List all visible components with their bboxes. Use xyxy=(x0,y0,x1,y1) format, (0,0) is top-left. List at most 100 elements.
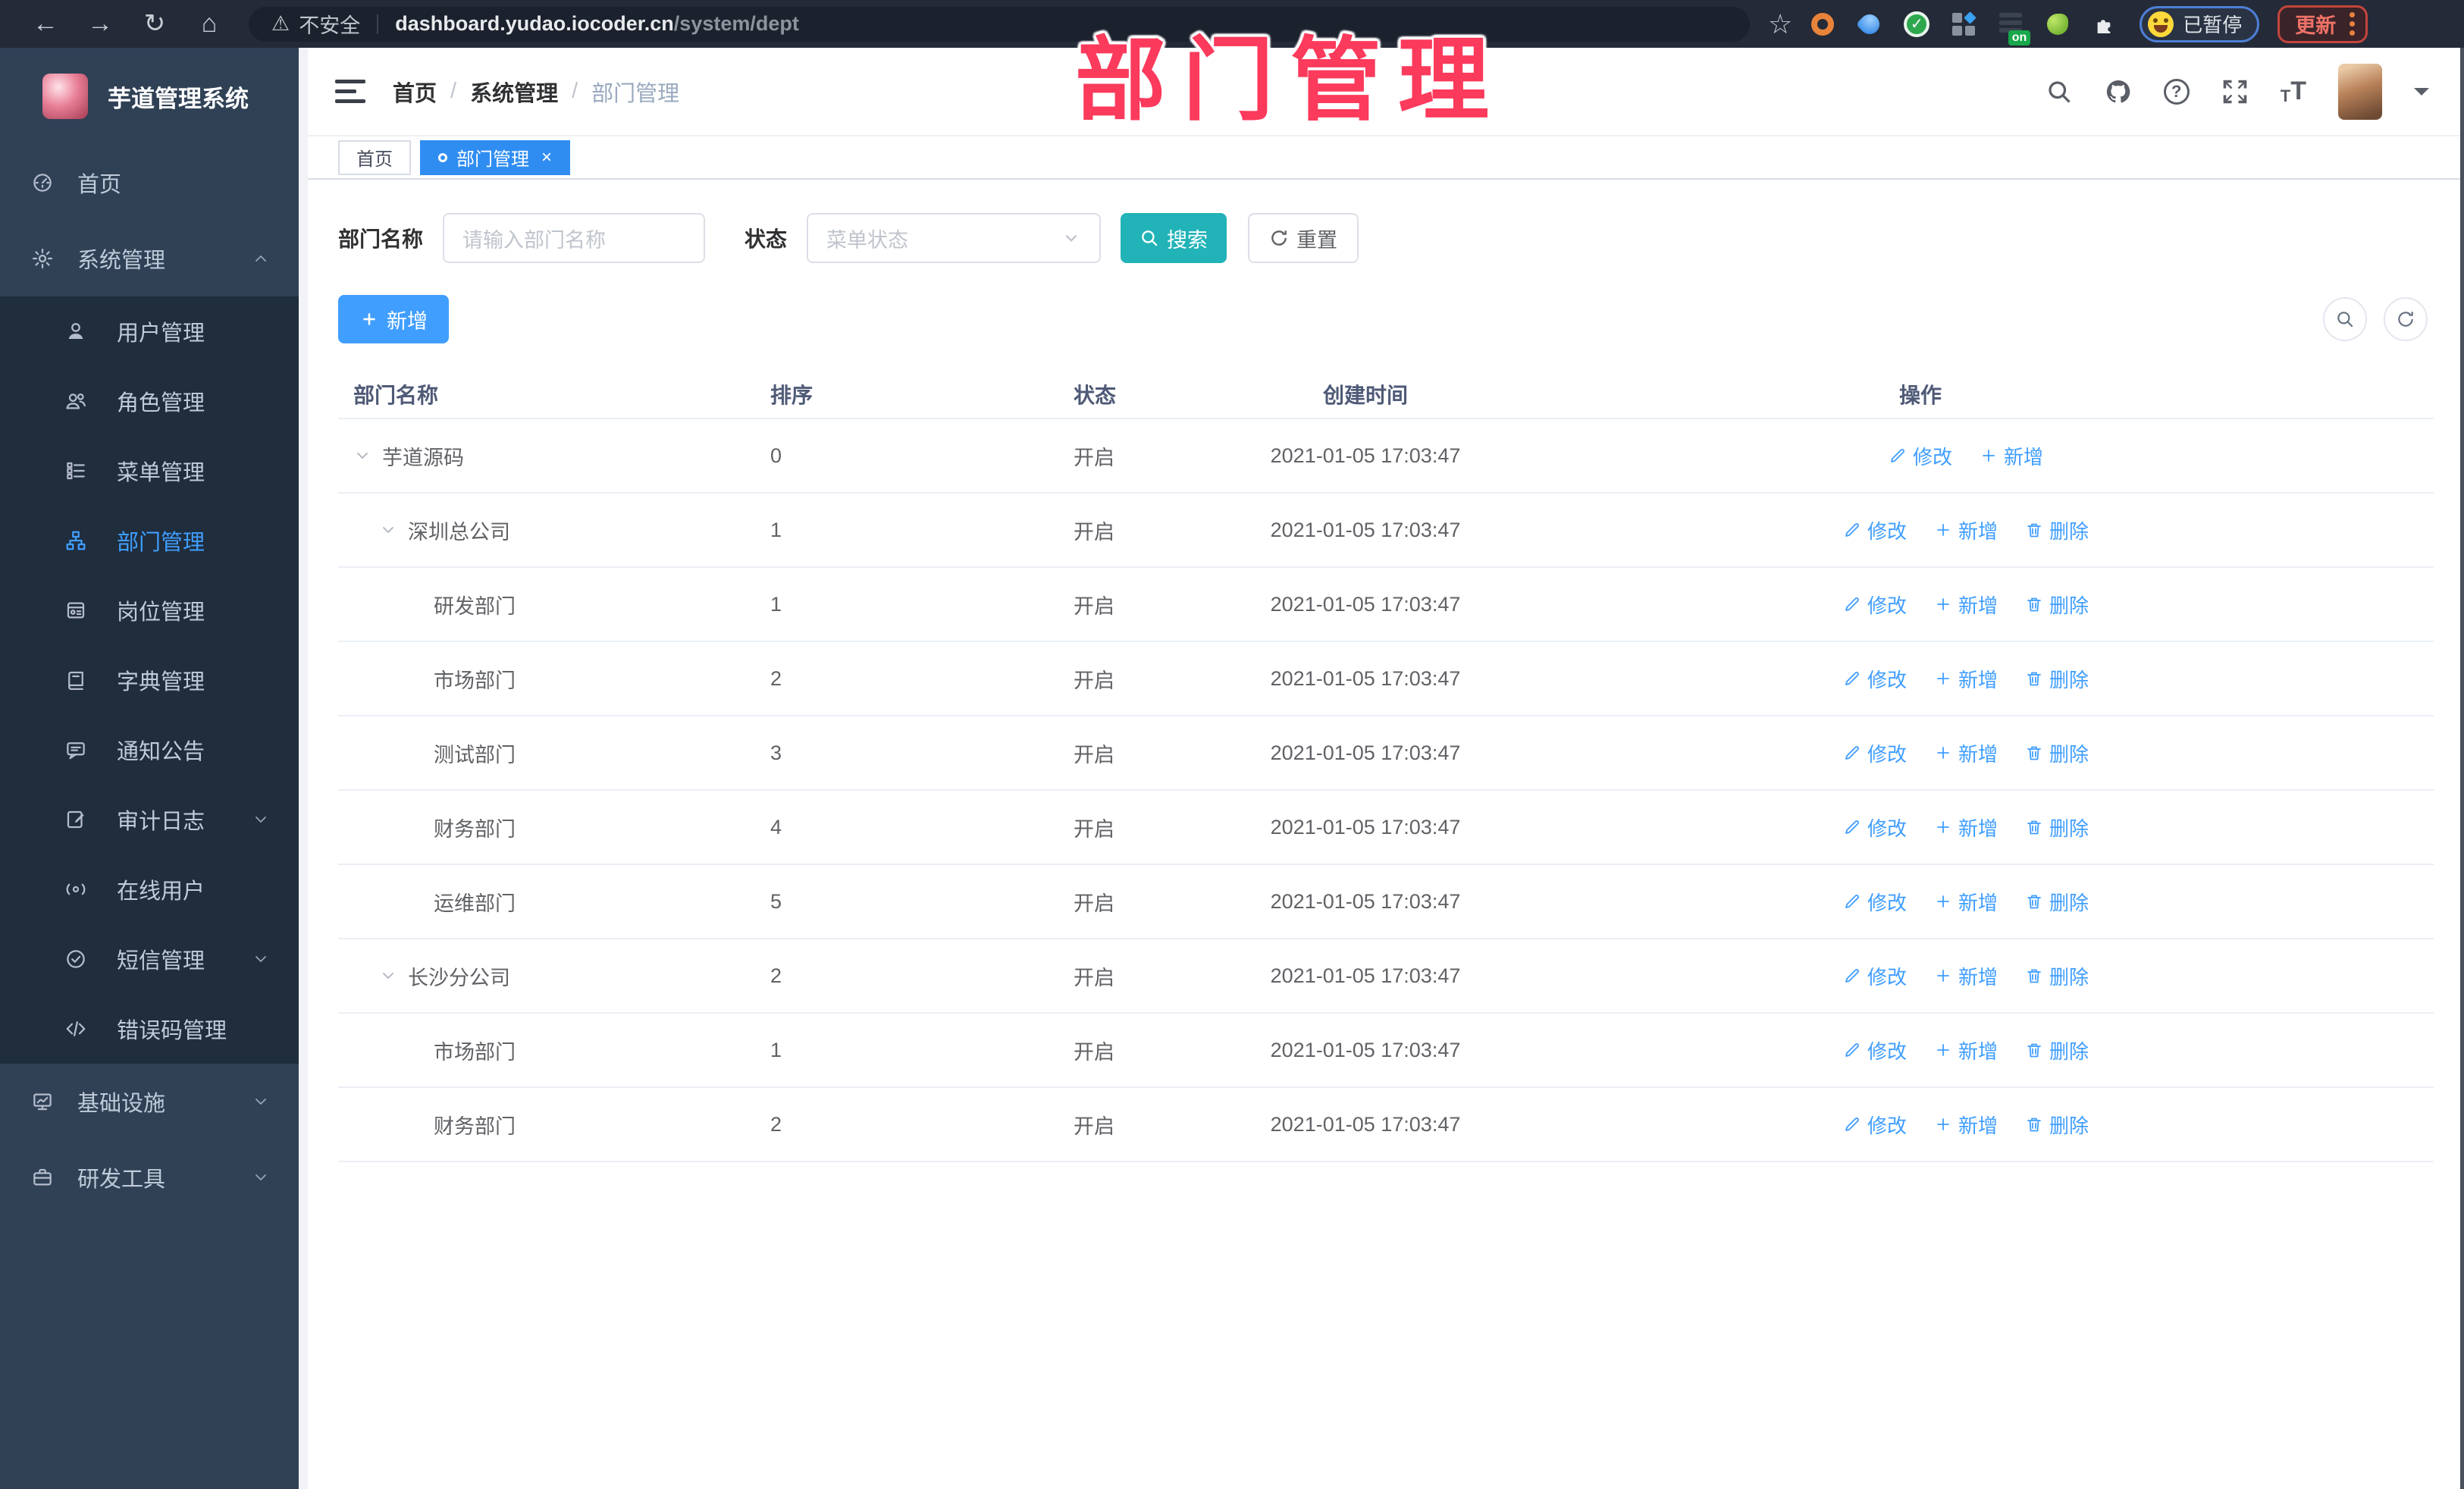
add-link[interactable]: 新增 xyxy=(1934,888,1998,916)
sidebar-item-post-mgmt[interactable]: 岗位管理 xyxy=(0,575,299,645)
edit-link[interactable]: 修改 xyxy=(1843,516,1907,544)
edit-link[interactable]: 修改 xyxy=(1843,1111,1907,1139)
edit-icon xyxy=(1843,744,1861,762)
overlay-title: 部门管理 xyxy=(1075,30,1506,131)
sidebar-item-system-mgmt[interactable]: 系统管理 xyxy=(0,221,299,296)
sidebar-item-home[interactable]: 首页 xyxy=(0,145,299,221)
plus-icon xyxy=(1934,818,1952,836)
edit-link[interactable]: 修改 xyxy=(1843,813,1907,842)
sidebar-item-sms-mgmt[interactable]: 短信管理 xyxy=(0,924,299,994)
reset-button[interactable]: 重置 xyxy=(1248,213,1359,263)
search-icon[interactable] xyxy=(2045,78,2073,105)
edit-link[interactable]: 修改 xyxy=(1843,962,1907,990)
sidebar-item-online-users[interactable]: 在线用户 xyxy=(0,854,299,924)
chevron-down-icon[interactable] xyxy=(2414,87,2429,103)
forward-icon[interactable]: → xyxy=(73,0,127,48)
close-icon[interactable]: × xyxy=(541,148,552,167)
sidebar-logo-row[interactable]: 芋道管理系统 xyxy=(0,48,299,145)
sidebar-item-dict-mgmt[interactable]: 字典管理 xyxy=(0,645,299,715)
sidebar-item-user-mgmt[interactable]: 用户管理 xyxy=(0,296,299,366)
tab-home[interactable]: 首页 xyxy=(338,139,411,175)
breadcrumb-separator: / xyxy=(450,79,457,103)
bookmark-star-icon[interactable]: ☆ xyxy=(1768,8,1792,40)
edit-link[interactable]: 修改 xyxy=(1843,739,1907,767)
add-link[interactable]: 新增 xyxy=(1980,442,2043,470)
sidebar-item-role-mgmt[interactable]: 角色管理 xyxy=(0,366,299,436)
delete-link[interactable]: 删除 xyxy=(2025,516,2089,544)
actions-cell: 修改 新增 删除 xyxy=(1498,665,2434,693)
delete-link[interactable]: 删除 xyxy=(2025,665,2089,693)
tab-dept-management[interactable]: 部门管理 × xyxy=(420,139,571,175)
back-icon[interactable]: ← xyxy=(18,0,73,48)
hamburger-icon[interactable] xyxy=(335,80,365,103)
add-button[interactable]: 新增 xyxy=(338,295,449,343)
delete-link[interactable]: 删除 xyxy=(2025,1111,2089,1139)
browser-profile-chip[interactable]: 已暂停 xyxy=(2140,5,2260,42)
not-secure-warning-icon: ⚠ xyxy=(271,12,290,35)
add-link[interactable]: 新增 xyxy=(1934,1111,1998,1139)
sidebar-item-infrastructure[interactable]: 基础设施 xyxy=(0,1064,299,1139)
avatar[interactable] xyxy=(2338,63,2382,120)
search-button[interactable]: 搜索 xyxy=(1121,213,1227,263)
sidebar-item-audit-log[interactable]: 审计日志 xyxy=(0,785,299,854)
edit-icon xyxy=(1843,595,1861,613)
delete-link[interactable]: 删除 xyxy=(2025,591,2089,619)
plus-icon xyxy=(1934,744,1952,762)
orange-ring-extension-icon[interactable] xyxy=(1809,11,1836,38)
sidebar-item-error-code-mgmt[interactable]: 错误码管理 xyxy=(0,994,299,1064)
add-link[interactable]: 新增 xyxy=(1934,591,1998,619)
font-size-icon[interactable]: TT xyxy=(2281,77,2306,106)
blue-drop-extension-icon[interactable] xyxy=(1855,10,1884,38)
sidebar-item-menu-mgmt[interactable]: 菜单管理 xyxy=(0,436,299,506)
green-check-extension-icon[interactable]: ✓ xyxy=(1903,11,1930,38)
green-leaf-extension-icon[interactable] xyxy=(2044,11,2071,38)
delete-icon xyxy=(2025,521,2043,539)
column-header: 排序 xyxy=(770,384,813,407)
add-link[interactable]: 新增 xyxy=(1934,665,1998,693)
browser-update-button[interactable]: 更新 xyxy=(2277,5,2368,43)
delete-link[interactable]: 删除 xyxy=(2025,888,2089,916)
edit-link[interactable]: 修改 xyxy=(1889,442,1952,470)
url-bar[interactable]: ⚠ 不安全 dashboard.yudao.iocoder.cn/system/… xyxy=(249,6,1750,42)
delete-link[interactable]: 删除 xyxy=(2025,1036,2089,1064)
add-link[interactable]: 新增 xyxy=(1934,516,1998,544)
proxy-on-extension-icon[interactable]: on xyxy=(1997,11,2031,45)
delete-link[interactable]: 删除 xyxy=(2025,962,2089,990)
profile-emoji-icon xyxy=(2148,11,2174,37)
delete-link[interactable]: 删除 xyxy=(2025,739,2089,767)
add-link[interactable]: 新增 xyxy=(1934,1036,1998,1064)
reload-icon[interactable]: ↻ xyxy=(127,0,182,48)
add-link[interactable]: 新增 xyxy=(1934,739,1998,767)
help-icon[interactable]: ? xyxy=(2163,78,2190,105)
sidebar-item-notice[interactable]: 通知公告 xyxy=(0,715,299,785)
grid-extension-icon[interactable] xyxy=(1950,11,1977,38)
edit-icon xyxy=(1843,1041,1861,1059)
breadcrumb-home[interactable]: 首页 xyxy=(393,76,437,108)
expand-chevron-icon[interactable] xyxy=(379,967,402,985)
github-icon[interactable] xyxy=(2105,78,2132,105)
edit-link[interactable]: 修改 xyxy=(1843,591,1907,619)
browser-menu-icon[interactable] xyxy=(2350,12,2356,36)
expand-chevron-icon[interactable] xyxy=(353,447,376,465)
refresh-button[interactable] xyxy=(2384,297,2428,341)
expand-chevron-icon[interactable] xyxy=(379,521,402,539)
home-icon[interactable]: ⌂ xyxy=(182,0,237,48)
actions-cell: 修改 新增 删除 xyxy=(1498,962,2434,990)
edit-link[interactable]: 修改 xyxy=(1843,665,1907,693)
dept-name-input[interactable]: 请输入部门名称 xyxy=(443,213,706,263)
sidebar-scrollbar[interactable] xyxy=(299,48,308,1489)
sidebar-item-dev-tools[interactable]: 研发工具 xyxy=(0,1139,299,1215)
add-link[interactable]: 新增 xyxy=(1934,962,1998,990)
breadcrumb-system[interactable]: 系统管理 xyxy=(470,76,558,108)
edit-link[interactable]: 修改 xyxy=(1843,888,1907,916)
breadcrumb: 首页 / 系统管理 / 部门管理 xyxy=(393,76,679,108)
sidebar-item-dept-mgmt[interactable]: 部门管理 xyxy=(0,506,299,575)
edit-link[interactable]: 修改 xyxy=(1843,1036,1907,1064)
user-icon xyxy=(64,319,88,343)
fullscreen-icon[interactable] xyxy=(2221,78,2249,105)
delete-link[interactable]: 删除 xyxy=(2025,813,2089,842)
puzzle-extensions-icon[interactable] xyxy=(2091,11,2118,38)
status-select[interactable]: 菜单状态 xyxy=(807,213,1102,263)
add-link[interactable]: 新增 xyxy=(1934,813,1998,842)
toggle-search-button[interactable] xyxy=(2323,297,2367,341)
